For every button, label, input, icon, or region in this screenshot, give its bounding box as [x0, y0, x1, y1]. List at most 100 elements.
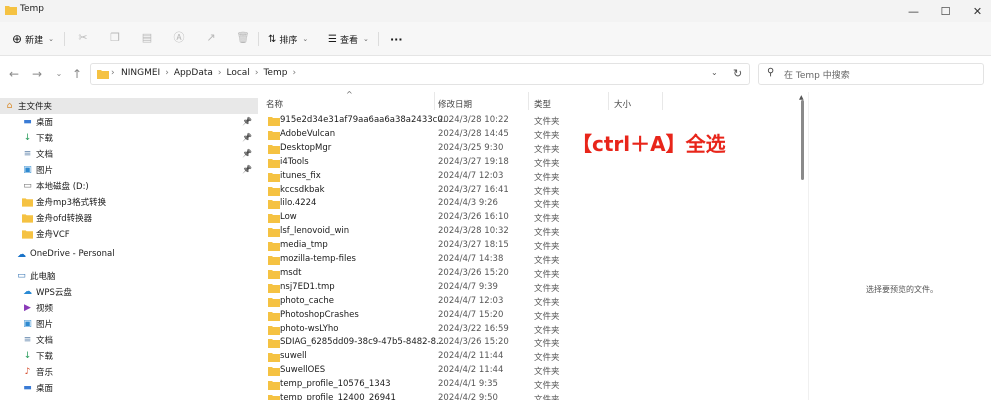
file-type: 文件夹	[534, 228, 560, 239]
refresh-icon[interactable]: ↻	[733, 67, 742, 80]
breadcrumb-item[interactable]: AppData	[174, 68, 213, 78]
file-row[interactable]: i4Tools 2024/3/27 19:18 文件夹	[260, 156, 800, 170]
file-row[interactable]: media_tmp 2024/3/27 18:15 文件夹	[260, 239, 800, 253]
file-row[interactable]: temp_profile_12400_26941 2024/4/2 9:50 文件夹	[260, 392, 800, 400]
file-modified-date: 2024/4/7 9:39	[438, 281, 498, 292]
sidebar-item[interactable]: ≡ 文档	[0, 332, 258, 348]
file-name: SDIAG_6285dd09-38c9-47b5-8482-8...	[280, 337, 445, 348]
column-divider[interactable]	[608, 92, 609, 110]
sidebar-item[interactable]: ♪ 音乐	[0, 364, 258, 380]
rename-icon[interactable]: Ⓐ	[172, 31, 186, 45]
folder-icon	[268, 172, 280, 182]
sidebar-item[interactable]: ↓ 下载	[0, 348, 258, 364]
search-input[interactable]: ⚲ 在 Temp 中搜索	[758, 63, 984, 85]
sidebar-item-label: 视频	[36, 304, 54, 314]
file-row[interactable]: temp_profile_10576_1343 2024/4/1 9:35 文件夹	[260, 378, 800, 392]
computer-icon: ▭	[17, 271, 26, 281]
file-modified-date: 2024/3/26 16:10	[438, 212, 509, 223]
close-button[interactable]: ✕	[962, 0, 991, 22]
file-name: suwell	[280, 351, 307, 362]
file-row[interactable]: msdt 2024/3/26 15:20 文件夹	[260, 267, 800, 281]
sidebar-item[interactable]: 金舟mp3格式转换	[0, 194, 258, 210]
recent-chevron-icon[interactable]: ⌄	[52, 66, 66, 82]
up-arrow-icon[interactable]: ↑	[70, 66, 84, 82]
column-header-name[interactable]: 名称	[266, 98, 283, 110]
sidebar-item[interactable]: 金舟ofd转换器	[0, 210, 258, 226]
file-row[interactable]: SuwellOES 2024/4/2 11:44 文件夹	[260, 364, 800, 378]
sidebar-item[interactable]: ▣ 图片 📌	[0, 162, 258, 178]
file-modified-date: 2024/3/27 19:18	[438, 156, 509, 167]
sidebar-item[interactable]: ▭ 本地磁盘 (D:)	[0, 178, 258, 194]
column-divider[interactable]	[662, 92, 663, 110]
breadcrumb-item[interactable]: NINGMEI	[121, 68, 160, 78]
folder-icon	[268, 116, 280, 126]
sidebar-item[interactable]: ≡ 文档 📌	[0, 146, 258, 162]
document-icon: ≡	[23, 335, 32, 345]
sidebar-item[interactable]: ☁ WPS云盘	[0, 284, 258, 300]
file-row[interactable]: lsf_lenovoid_win 2024/3/28 10:32 文件夹	[260, 225, 800, 239]
file-row[interactable]: kccsdkbak 2024/3/27 16:41 文件夹	[260, 184, 800, 198]
picture-icon: ▣	[23, 165, 32, 175]
toolbar-divider	[258, 32, 259, 46]
vertical-scrollbar[interactable]	[801, 100, 804, 180]
sidebar-item[interactable]: ▣ 图片	[0, 316, 258, 332]
file-row[interactable]: lilo.4224 2024/4/3 9:26 文件夹	[260, 197, 800, 211]
new-button[interactable]: ⊕ 新建 ⌄	[12, 30, 54, 48]
file-row[interactable]: photo-wsLYho 2024/3/22 16:59 文件夹	[260, 323, 800, 337]
download-icon: ↓	[23, 133, 32, 143]
file-name: nsj7ED1.tmp	[280, 281, 335, 292]
breadcrumb-item[interactable]: Local	[227, 68, 250, 78]
sidebar-item[interactable]: ☁ OneDrive - Personal	[0, 247, 258, 263]
file-row[interactable]: 915e2d34e31af79aa6aa6a38a2433c0... 2024/3…	[260, 114, 800, 128]
delete-icon[interactable]: 🗑	[236, 31, 250, 45]
share-icon[interactable]: ↗	[204, 31, 218, 45]
navigation-pane: ⌂ 主文件夹 ▬ 桌面 📌 ↓ 下载 📌 ≡ 文档 📌 ▣ 图片 📌 ▭ 本地磁盘 (D:) 金舟mp3格式转换…	[0, 92, 258, 400]
breadcrumb-item[interactable]: Temp	[263, 68, 287, 78]
sidebar-item[interactable]: ▬ 桌面	[0, 380, 258, 396]
desktop-icon: ▬	[23, 117, 32, 127]
chevron-down-icon[interactable]: ⌄	[711, 68, 718, 77]
folder-icon	[268, 241, 280, 252]
sidebar-item[interactable]: ▶ 视频	[0, 300, 258, 316]
breadcrumb-separator: ›	[111, 68, 115, 78]
more-button[interactable]: ···	[390, 30, 403, 48]
file-row[interactable]: itunes_fix 2024/4/7 12:03 文件夹	[260, 170, 800, 184]
file-row[interactable]: Low 2024/3/26 16:10 文件夹	[260, 211, 800, 225]
address-field[interactable]: › NINGMEI › AppData › Local › Temp › ⌄ ↻	[90, 63, 750, 85]
file-row[interactable]: mozilla-temp-files 2024/4/7 14:38 文件夹	[260, 253, 800, 267]
pin-icon: 📌	[242, 117, 252, 126]
sidebar-item-label: 图片	[36, 320, 54, 330]
sidebar-item-label: 图片	[36, 166, 54, 176]
file-row[interactable]: nsj7ED1.tmp 2024/4/7 9:39 文件夹	[260, 281, 800, 295]
cut-icon[interactable]: ✂	[76, 31, 90, 45]
file-row[interactable]: photo_cache 2024/4/7 12:03 文件夹	[260, 295, 800, 309]
sidebar-item[interactable]: ⌂ 主文件夹	[0, 98, 258, 114]
view-button[interactable]: ☰ 查看 ⌄	[328, 30, 369, 48]
sidebar-item[interactable]: 金舟VCF	[0, 226, 258, 242]
folder-icon	[268, 186, 280, 196]
column-header-size[interactable]: 大小	[614, 98, 631, 110]
forward-arrow-icon[interactable]: →	[30, 66, 44, 82]
plus-icon: ⊕	[12, 32, 23, 46]
sidebar-item[interactable]: ↓ 下载 📌	[0, 130, 258, 146]
maximize-button[interactable]: ☐	[930, 0, 961, 22]
column-divider[interactable]	[434, 92, 435, 110]
file-modified-date: 2024/3/28 14:45	[438, 128, 509, 139]
column-header-modified[interactable]: 修改日期	[438, 98, 472, 110]
file-row[interactable]: SDIAG_6285dd09-38c9-47b5-8482-8... 2024/3…	[260, 336, 800, 350]
sidebar-item[interactable]: ▭ 此电脑	[0, 268, 258, 284]
file-name: temp_profile_12400_26941	[280, 393, 396, 400]
file-type: 文件夹	[534, 144, 560, 155]
file-name: mozilla-temp-files	[280, 254, 356, 264]
sidebar-item[interactable]: ▬ 桌面 📌	[0, 114, 258, 130]
column-divider[interactable]	[528, 92, 529, 110]
minimize-button[interactable]: —	[898, 0, 929, 22]
file-row[interactable]: PhotoshopCrashes 2024/4/7 15:20 文件夹	[260, 309, 800, 323]
file-type: 文件夹	[534, 242, 560, 253]
column-header-type[interactable]: 类型	[534, 98, 551, 110]
file-row[interactable]: suwell 2024/4/2 11:44 文件夹	[260, 350, 800, 364]
paste-icon[interactable]: ▤	[140, 31, 154, 45]
back-arrow-icon[interactable]: ←	[7, 66, 21, 82]
sort-button[interactable]: ⇅ 排序 ⌄	[268, 30, 308, 48]
copy-icon[interactable]: ❐	[108, 31, 122, 45]
